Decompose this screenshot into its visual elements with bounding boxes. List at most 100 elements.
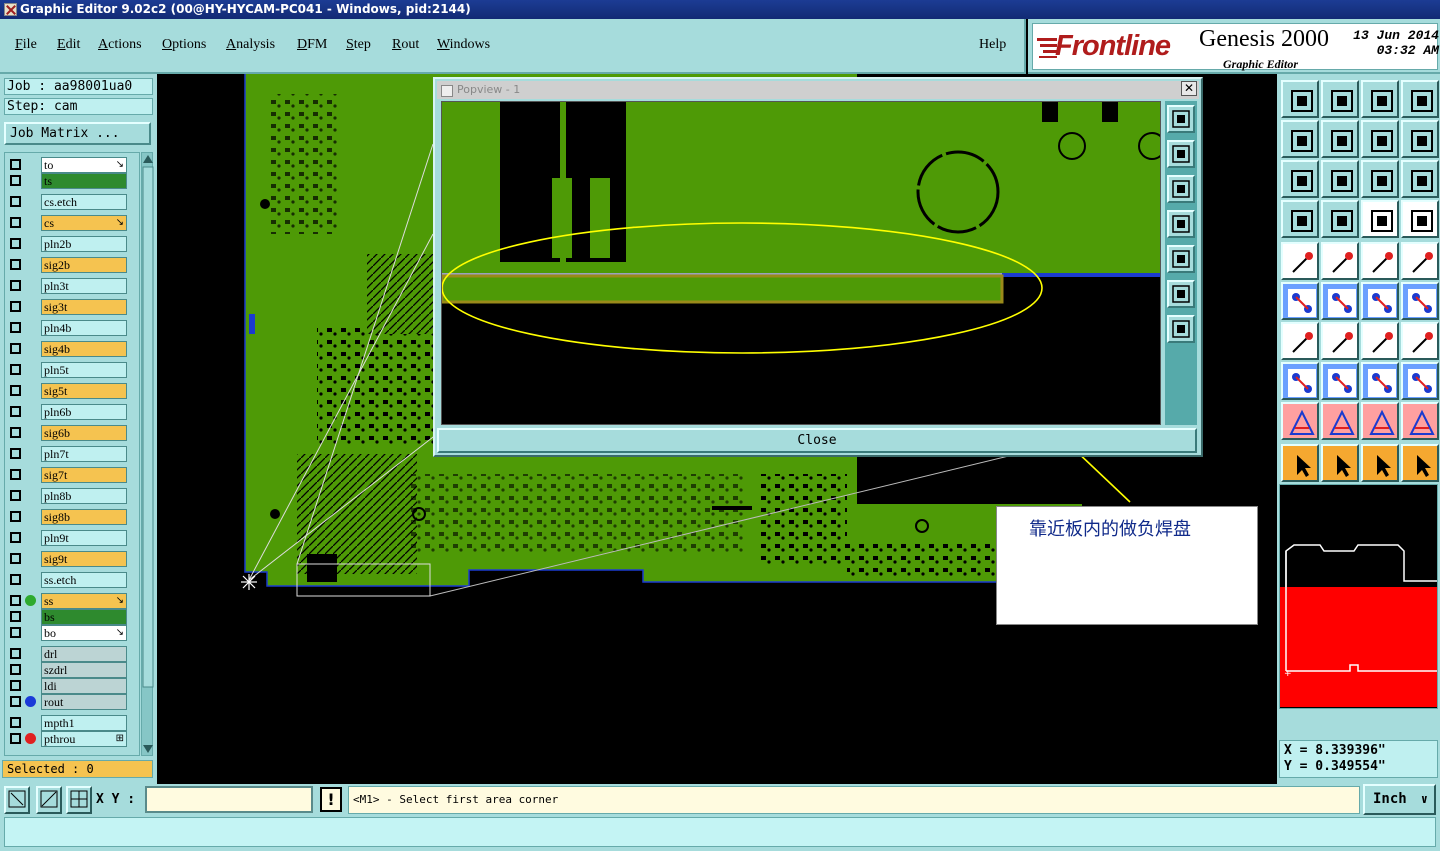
layer-row-bs[interactable]: bs xyxy=(7,609,127,625)
copy-point-button[interactable] xyxy=(1401,282,1439,320)
shape-b-button[interactable] xyxy=(1321,402,1359,440)
resize-button[interactable] xyxy=(1401,362,1439,400)
layer-name[interactable]: bs xyxy=(41,609,127,625)
layer-row-sig6b[interactable]: sig6b xyxy=(7,425,127,441)
delete-button[interactable] xyxy=(1321,282,1359,320)
layer-checkbox[interactable] xyxy=(10,301,21,312)
popview-canvas[interactable] xyxy=(441,101,1161,425)
layer-row-pln8b[interactable]: pln8b xyxy=(7,488,127,504)
layer-name[interactable]: mpth1 xyxy=(41,715,127,731)
layer-name[interactable]: ts xyxy=(41,173,127,189)
shape-d-button[interactable] xyxy=(1401,402,1439,440)
layer-checkbox[interactable] xyxy=(10,343,21,354)
layer-checkbox[interactable] xyxy=(10,175,21,186)
zoom-center-button[interactable] xyxy=(1321,160,1359,198)
measure-width-button[interactable] xyxy=(1361,362,1399,400)
layer-row-cs-etch[interactable]: cs.etch xyxy=(7,194,127,210)
text-fill-button[interactable] xyxy=(1401,322,1439,360)
layer-row-ts[interactable]: ts xyxy=(7,173,127,189)
layer-name[interactable]: pln9t xyxy=(41,530,127,546)
layer-checkbox[interactable] xyxy=(10,532,21,543)
layer-name[interactable]: bo ↘ xyxy=(41,625,127,641)
layer-list-scrollbar[interactable] xyxy=(141,152,154,756)
layer-row-sig5t[interactable]: sig5t xyxy=(7,383,127,399)
layer-checkbox[interactable] xyxy=(10,680,21,691)
ruler-button[interactable] xyxy=(1361,242,1399,280)
layer-row-to[interactable]: to ↘ xyxy=(7,157,127,173)
pop-zoom-home-button[interactable] xyxy=(1167,315,1195,343)
menu-rout[interactable]: Rout xyxy=(392,37,419,53)
layer-row-mpth1[interactable]: mpth1 xyxy=(7,715,127,731)
layer-checkbox[interactable] xyxy=(10,511,21,522)
add-pad-button[interactable] xyxy=(1281,242,1319,280)
pointer-button[interactable] xyxy=(1281,444,1319,482)
layers-toggle-button[interactable] xyxy=(1281,200,1319,238)
layer-checkbox[interactable] xyxy=(10,627,21,638)
layer-row-ldi[interactable]: ldi xyxy=(7,678,127,694)
layer-checkbox[interactable] xyxy=(10,595,21,606)
layer-name[interactable]: ss.etch xyxy=(41,572,127,588)
pop-pan-down-button[interactable] xyxy=(1167,175,1195,203)
redraw-button[interactable] xyxy=(1401,120,1439,158)
help-query-button[interactable] xyxy=(1401,160,1439,198)
layer-name[interactable]: pln2b xyxy=(41,236,127,252)
menu-file[interactable]: File xyxy=(15,37,37,53)
layer-row-sig8b[interactable]: sig8b xyxy=(7,509,127,525)
layer-checkbox[interactable] xyxy=(10,648,21,659)
layer-name[interactable]: szdrl xyxy=(41,662,127,678)
layer-checkbox[interactable] xyxy=(10,159,21,170)
layer-checkbox[interactable] xyxy=(10,427,21,438)
pop-pan-right-button[interactable] xyxy=(1167,245,1195,273)
layer-row-szdrl[interactable]: szdrl xyxy=(7,662,127,678)
layer-name[interactable]: pln6b xyxy=(41,404,127,420)
layer-row-pln5t[interactable]: pln5t xyxy=(7,362,127,378)
layer-checkbox[interactable] xyxy=(10,611,21,622)
layer-row-rout[interactable]: rout xyxy=(7,694,127,710)
shape-a-button[interactable] xyxy=(1281,402,1319,440)
layer-checkbox[interactable] xyxy=(10,364,21,375)
layer-checkbox[interactable] xyxy=(10,322,21,333)
layer-checkbox[interactable] xyxy=(10,733,21,744)
connect-button[interactable] xyxy=(1281,282,1319,320)
popview-close-x-button[interactable]: ✕ xyxy=(1181,81,1197,96)
zoom-area-button[interactable] xyxy=(4,786,30,814)
layer-row-ss[interactable]: ss ↘ xyxy=(7,593,127,609)
menu-actions[interactable]: Actions xyxy=(98,37,142,53)
layer-row-sig4b[interactable]: sig4b xyxy=(7,341,127,357)
angle-button[interactable] xyxy=(1281,322,1319,360)
layer-name[interactable]: ldi xyxy=(41,678,127,694)
layer-name[interactable]: to ↘ xyxy=(41,157,127,173)
layer-row-pthrou[interactable]: pthrou ⊞ xyxy=(7,731,127,747)
layer-row-pln4b[interactable]: pln4b xyxy=(7,320,127,336)
layer-row-drl[interactable]: drl xyxy=(7,646,127,662)
snap-on-button[interactable] xyxy=(1361,200,1399,238)
board-overview-map[interactable]: + xyxy=(1279,484,1438,709)
one-to-one-zoom-button[interactable] xyxy=(1361,120,1399,158)
menu-analysis[interactable]: Analysis xyxy=(226,37,275,53)
layer-checkbox[interactable] xyxy=(10,448,21,459)
layer-checkbox[interactable] xyxy=(10,280,21,291)
layer-name[interactable]: pln7t xyxy=(41,446,127,462)
menu-step[interactable]: Step xyxy=(346,37,371,53)
layer-checkbox[interactable] xyxy=(10,490,21,501)
pop-zoom-in-button[interactable] xyxy=(1167,105,1195,133)
layer-name[interactable]: sig3t xyxy=(41,299,127,315)
pop-pan-left-button[interactable] xyxy=(1167,210,1195,238)
layer-name[interactable]: sig2b xyxy=(41,257,127,273)
layer-name[interactable]: pln8b xyxy=(41,488,127,504)
layer-name[interactable]: pln5t xyxy=(41,362,127,378)
layer-checkbox[interactable] xyxy=(10,259,21,270)
snap-off-button[interactable] xyxy=(1401,200,1439,238)
layer-name[interactable]: ss ↘ xyxy=(41,593,127,609)
layer-name[interactable]: sig5t xyxy=(41,383,127,399)
layer-checkbox[interactable] xyxy=(10,553,21,564)
menu-dfm[interactable]: DFM xyxy=(297,37,327,53)
layer-name[interactable]: sig7t xyxy=(41,467,127,483)
message-button[interactable]: ! xyxy=(320,787,342,812)
zoom-fit-button[interactable] xyxy=(1281,160,1319,198)
layer-row-cs[interactable]: cs ↘ xyxy=(7,215,127,231)
layer-name[interactable]: pln4b xyxy=(41,320,127,336)
layer-name[interactable]: sig8b xyxy=(41,509,127,525)
select-path-button[interactable] xyxy=(1401,444,1439,482)
layer-name[interactable]: rout xyxy=(41,694,127,710)
